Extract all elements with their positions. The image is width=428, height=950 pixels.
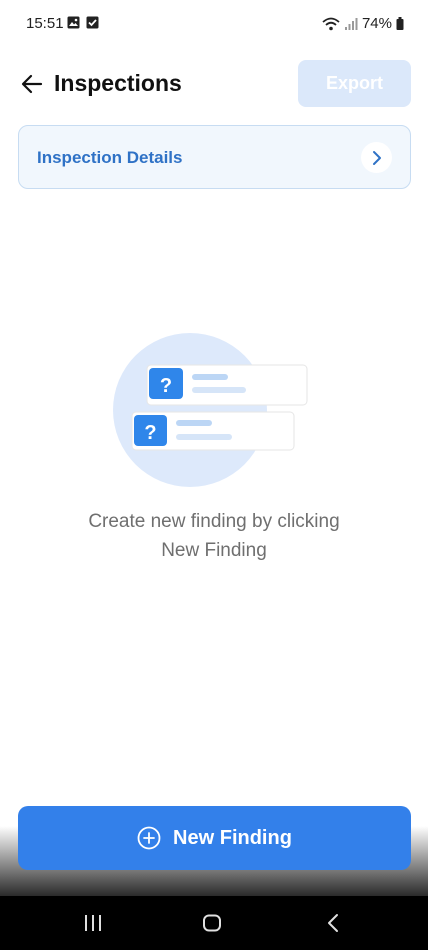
page-title: Inspections: [54, 70, 182, 96]
battery-percentage: 74%: [361, 15, 392, 32]
inspection-details-card[interactable]: Inspection Details: [18, 125, 411, 189]
home-button[interactable]: [199, 911, 225, 935]
wifi-icon: [322, 17, 340, 30]
svg-text:?: ?: [144, 422, 156, 444]
battery-icon: [396, 17, 404, 30]
arrow-left-icon: [21, 74, 43, 94]
navigation-bar: [0, 896, 428, 950]
checkbox-icon: [86, 16, 99, 29]
signal-icon: [344, 17, 358, 30]
home-icon: [203, 914, 221, 932]
back-icon: [328, 914, 338, 932]
new-finding-button[interactable]: New Finding: [18, 806, 411, 870]
export-button[interactable]: Export: [298, 60, 411, 107]
card-bottom: ?: [131, 411, 295, 451]
empty-message-line-1: Create new finding by clicking: [88, 511, 340, 532]
status-time: 15:51: [26, 15, 64, 32]
empty-message-line-2: New Finding: [161, 540, 267, 561]
nav-back-button[interactable]: [320, 911, 346, 935]
card-top: ?: [146, 364, 308, 406]
status-bar: 15:51 74%: [0, 0, 428, 46]
plus-circle-icon: [137, 826, 161, 850]
svg-text:?: ?: [160, 375, 172, 397]
inspection-details-label: Inspection Details: [37, 148, 183, 167]
recents-icon: [85, 915, 101, 931]
empty-state-message: Create new finding by clicking New Findi…: [30, 507, 398, 565]
image-icon: [67, 16, 80, 29]
chevron-right-icon: [361, 142, 392, 173]
new-finding-label: New Finding: [173, 826, 292, 849]
recents-button[interactable]: [80, 911, 106, 935]
status-indicators: 74%: [322, 15, 404, 32]
question-cards-illustration: ? ?: [113, 333, 308, 487]
back-button[interactable]: [18, 70, 46, 98]
